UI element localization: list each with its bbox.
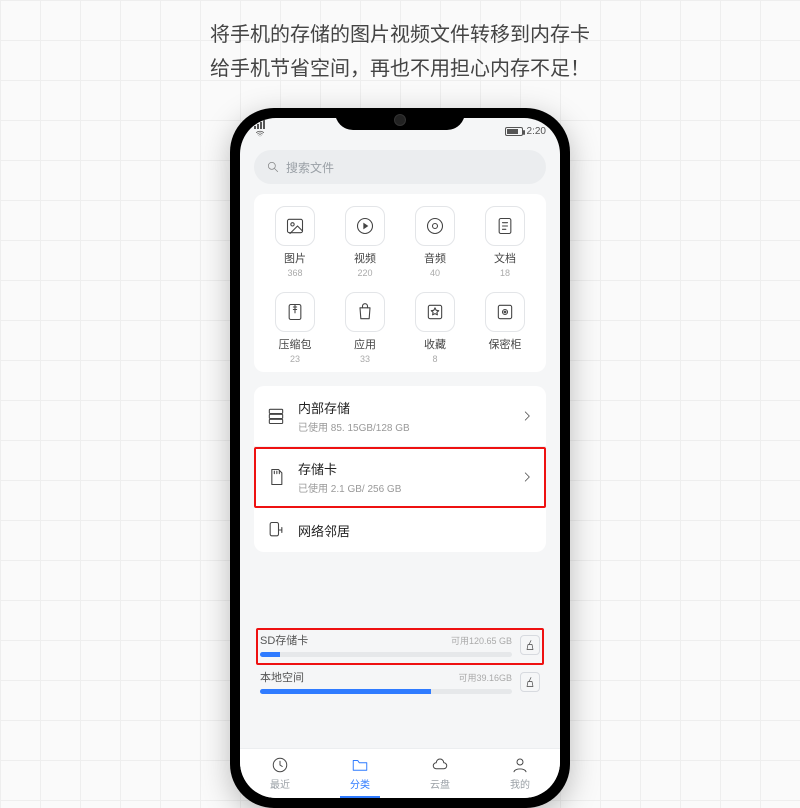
- chevron-right-icon: [520, 409, 534, 423]
- storage-subtitle: 已使用 2.1 GB/ 256 GB: [298, 480, 508, 495]
- usage-bar: [260, 689, 512, 694]
- category-grid: 图片 368 视频 220 音频 40 文档 18 压缩包 23: [254, 194, 546, 372]
- caption-line-2: 给手机节省空间，再也不用担心内存不足！: [0, 52, 800, 86]
- category-label: 应用: [354, 336, 376, 352]
- category-label: 文档: [494, 250, 516, 266]
- search-input[interactable]: 搜索文件: [254, 150, 546, 184]
- folder-icon: [351, 756, 369, 774]
- phone-frame: 2:20 搜索文件 图片 368 视频 220 音频 40: [230, 108, 570, 808]
- category-videos[interactable]: 视频 220: [330, 206, 400, 278]
- nav-label: 我的: [510, 776, 530, 791]
- usage-available: 可用120.65 GB: [451, 634, 512, 647]
- nav-recent[interactable]: 最近: [240, 749, 320, 798]
- category-count: 368: [287, 268, 302, 278]
- usage-local[interactable]: 本地空间 可用39.16GB: [256, 665, 544, 702]
- search-placeholder: 搜索文件: [286, 159, 334, 176]
- status-right: 2:20: [505, 126, 546, 137]
- phone-notch: [335, 108, 465, 130]
- network-icon: [266, 520, 286, 540]
- storage-list: 内部存储 已使用 85. 15GB/128 GB 存储卡 已使用 2.1 GB/…: [254, 386, 546, 552]
- category-docs[interactable]: 文档 18: [470, 206, 540, 278]
- category-label: 收藏: [424, 336, 446, 352]
- safe-icon: [495, 302, 515, 322]
- storage-subtitle: 已使用 85. 15GB/128 GB: [298, 419, 508, 434]
- image-icon: [285, 216, 305, 236]
- category-favorites[interactable]: 收藏 8: [400, 292, 470, 364]
- spacer: [240, 552, 560, 622]
- phone-screen: 2:20 搜索文件 图片 368 视频 220 音频 40: [240, 118, 560, 798]
- storage-internal[interactable]: 内部存储 已使用 85. 15GB/128 GB: [254, 386, 546, 447]
- nav-mine[interactable]: 我的: [480, 749, 560, 798]
- nav-label: 云盘: [430, 776, 450, 791]
- category-label: 保密柜: [489, 336, 522, 352]
- audio-icon: [425, 216, 445, 236]
- storage-title: 存储卡: [298, 459, 508, 478]
- status-left: [254, 120, 266, 142]
- storage-title: 网络邻居: [298, 521, 534, 540]
- clean-button[interactable]: [520, 672, 540, 692]
- star-icon: [425, 302, 445, 322]
- caption-line-1: 将手机的存储的图片视频文件转移到内存卡: [0, 18, 800, 52]
- storage-network[interactable]: 网络邻居: [254, 508, 546, 552]
- bottom-nav: 最近 分类 云盘 我的: [240, 748, 560, 798]
- nav-cloud[interactable]: 云盘: [400, 749, 480, 798]
- usage-fill: [260, 652, 280, 657]
- usage-bar: [260, 652, 512, 657]
- status-time: 2:20: [527, 126, 546, 137]
- sd-card-icon: [266, 467, 286, 487]
- app-icon: [355, 302, 375, 322]
- category-images[interactable]: 图片 368: [260, 206, 330, 278]
- usage-sd[interactable]: SD存储卡 可用120.65 GB: [256, 628, 544, 665]
- promo-caption: 将手机的存储的图片视频文件转移到内存卡 给手机节省空间，再也不用担心内存不足！: [0, 18, 800, 86]
- person-icon: [511, 756, 529, 774]
- category-label: 视频: [354, 250, 376, 266]
- category-count: 220: [357, 268, 372, 278]
- usage-name: SD存储卡: [260, 632, 308, 648]
- category-count: 33: [360, 354, 370, 364]
- signal-icon: [254, 120, 266, 129]
- usage-name: 本地空间: [260, 669, 304, 685]
- storage-sdcard[interactable]: 存储卡 已使用 2.1 GB/ 256 GB: [254, 447, 546, 508]
- search-icon: [266, 160, 280, 174]
- clean-button[interactable]: [520, 635, 540, 655]
- usage-fill: [260, 689, 431, 694]
- category-apps[interactable]: 应用 33: [330, 292, 400, 364]
- nav-label: 最近: [270, 776, 290, 791]
- nav-label: 分类: [350, 776, 370, 791]
- category-count: 40: [430, 268, 440, 278]
- category-label: 图片: [284, 250, 306, 266]
- archive-icon: [285, 302, 305, 322]
- category-label: 压缩包: [279, 336, 312, 352]
- storage-title: 内部存储: [298, 398, 508, 417]
- battery-icon: [505, 127, 523, 136]
- category-archives[interactable]: 压缩包 23: [260, 292, 330, 364]
- category-count: 23: [290, 354, 300, 364]
- clock-icon: [271, 756, 289, 774]
- cloud-icon: [431, 756, 449, 774]
- category-safe[interactable]: 保密柜: [470, 292, 540, 364]
- document-icon: [495, 216, 515, 236]
- broom-icon: [524, 676, 536, 688]
- video-icon: [355, 216, 375, 236]
- internal-storage-icon: [266, 406, 286, 426]
- broom-icon: [524, 639, 536, 651]
- usage-available: 可用39.16GB: [458, 671, 512, 684]
- category-count: 18: [500, 268, 510, 278]
- chevron-right-icon: [520, 470, 534, 484]
- nav-category[interactable]: 分类: [320, 749, 400, 798]
- usage-section: SD存储卡 可用120.65 GB 本地空间 可用39.16: [254, 622, 546, 704]
- category-audio[interactable]: 音频 40: [400, 206, 470, 278]
- category-label: 音频: [424, 250, 446, 266]
- wifi-icon: [254, 129, 266, 139]
- category-count: 8: [432, 354, 437, 364]
